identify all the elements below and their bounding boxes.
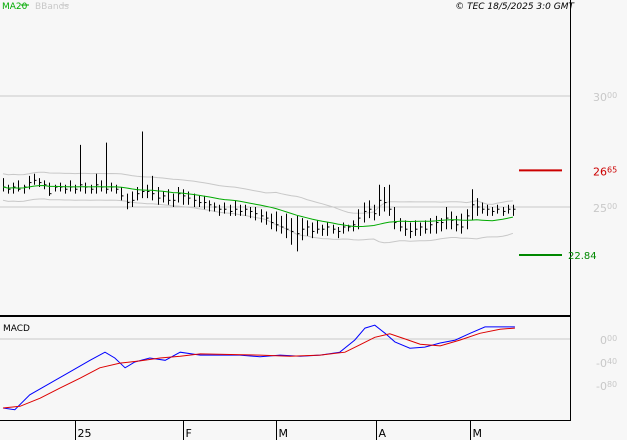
- price-tick-label: 3000: [593, 91, 617, 104]
- x-tick-label: M: [473, 427, 483, 440]
- macd-line: [2, 324, 515, 411]
- x-tick-label: 25: [78, 427, 92, 440]
- legend-bbands: BBands: [35, 2, 69, 12]
- price-tick-label: 2500: [593, 202, 617, 215]
- x-tick-label: M: [279, 427, 289, 440]
- macd-tick-label: -080: [596, 380, 617, 393]
- macd-tick-label: -040: [596, 357, 617, 370]
- support-level-label: 22.84: [568, 251, 597, 262]
- macd-tick-label: 000: [600, 334, 617, 347]
- signal-line: [2, 327, 515, 409]
- legend-ma20: MA20: [2, 2, 28, 12]
- chart-svg: 30002500000-040-080266522.8425 F M A M MA20 …: [0, 0, 617, 440]
- x-tick-label: A: [379, 427, 387, 440]
- resistance-level-label: 2665: [593, 165, 617, 178]
- x-tick-label: F: [186, 427, 192, 440]
- chart-container: 3000 2500 000 -040 -080 2665 22.84 25 F M A M MA20 …: [0, 0, 627, 440]
- macd-title: MACD: [3, 324, 30, 334]
- copyright-timestamp: © TEC 18/5/2025 3:0 GMT: [455, 2, 575, 12]
